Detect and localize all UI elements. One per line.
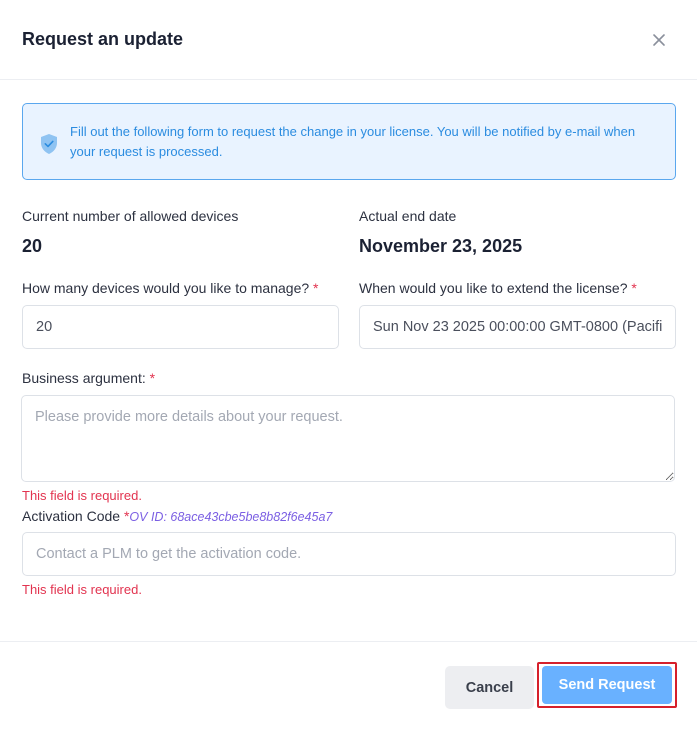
- extend-date-input[interactable]: [359, 305, 676, 349]
- activation-field-label-text: Activation Code: [22, 508, 121, 524]
- send-request-button[interactable]: Send Request: [542, 666, 672, 704]
- current-devices-value: 20: [22, 236, 43, 256]
- activation-field-label: Activation Code *OV ID: 68ace43cbe5be8b8…: [22, 508, 332, 524]
- activation-field-error: This field is required.: [22, 582, 142, 597]
- business-field-error: This field is required.: [22, 488, 142, 503]
- request-update-dialog: Request an update Fill out the following…: [0, 0, 697, 731]
- required-marker: *: [313, 280, 319, 296]
- close-icon: [653, 34, 665, 46]
- current-devices-label: Current number of allowed devices: [22, 208, 239, 224]
- shield-check-icon: [41, 134, 57, 154]
- info-alert: Fill out the following form to request t…: [22, 103, 676, 180]
- close-button[interactable]: [649, 30, 669, 50]
- dialog-header: Request an update: [0, 0, 697, 80]
- business-field-label-text: Business argument:: [22, 370, 146, 386]
- required-marker: *: [631, 280, 637, 296]
- end-date-label: Actual end date: [359, 208, 457, 224]
- extend-field-label: When would you like to extend the licens…: [359, 280, 637, 296]
- business-argument-textarea[interactable]: [21, 395, 675, 482]
- required-marker: *: [149, 370, 156, 386]
- ov-id-text: OV ID: 68ace43cbe5be8b82f6e45a7: [129, 510, 333, 524]
- cancel-button[interactable]: Cancel: [445, 666, 534, 709]
- end-date-value: November 23, 2025: [359, 236, 523, 256]
- devices-field-label: How many devices would you like to manag…: [22, 280, 319, 296]
- devices-input[interactable]: [22, 305, 339, 349]
- extend-field-label-text: When would you like to extend the licens…: [359, 280, 628, 296]
- devices-field-label-text: How many devices would you like to manag…: [22, 280, 310, 296]
- activation-code-input[interactable]: [22, 532, 676, 576]
- business-field-label: Business argument: *: [22, 370, 155, 386]
- alert-message: Fill out the following form to request t…: [70, 124, 636, 159]
- dialog-title: Request an update: [22, 29, 184, 49]
